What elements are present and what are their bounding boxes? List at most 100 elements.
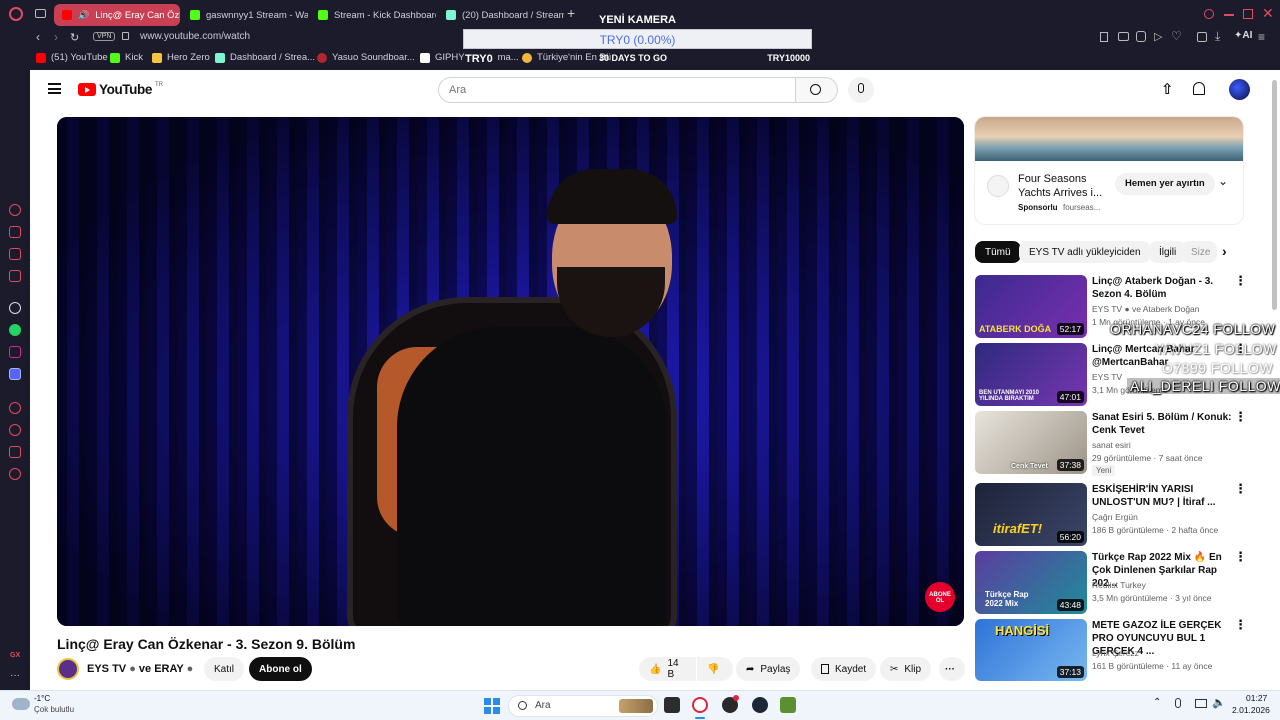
bookmark-streamlabs[interactable]: Dashboard / Strea...: [215, 52, 315, 63]
join-button[interactable]: Katıl: [204, 657, 245, 681]
channel-avatar[interactable]: [57, 658, 79, 680]
recommendation-channel[interactable]: sanat esiri: [1092, 440, 1131, 450]
minimize-button[interactable]: [1224, 14, 1234, 16]
chatgpt-icon[interactable]: [9, 302, 21, 314]
heart-icon[interactable]: ♡: [1171, 29, 1182, 43]
workspaces-icon[interactable]: [35, 9, 46, 18]
recommendation-thumbnail[interactable]: ATABERK DOĞA 52:17: [975, 275, 1087, 338]
recommendation-title[interactable]: Linç@ Ataberk Doğan - 3. Sezon 4. Bölüm: [1092, 275, 1232, 301]
search-input[interactable]: Ara: [449, 84, 466, 96]
ad-cta-button[interactable]: Hemen yer ayırtın: [1115, 173, 1215, 195]
tab-kick-dashboard[interactable]: Stream - Kick Dashboard: [310, 4, 436, 26]
player-icon[interactable]: ▷: [1154, 30, 1162, 43]
bookmark-youtube[interactable]: (51) YouTube: [36, 52, 108, 63]
back-icon[interactable]: ‹: [36, 30, 40, 44]
bookmark-hero-zero[interactable]: Hero Zero: [152, 52, 210, 63]
ad-card[interactable]: Four Seasons Yachts Arrives i... Sponsor…: [975, 117, 1243, 224]
upload-icon[interactable]: ⇧: [1161, 80, 1174, 98]
adblock-icon[interactable]: [1136, 31, 1146, 42]
recommendation-thumbnail[interactable]: BEN UTANMAYI 2010 YILINDA BIRAKTIM 47:01: [975, 343, 1087, 406]
settings-icon[interactable]: [9, 468, 21, 480]
ad-expand-chevron-icon[interactable]: ⌄: [1218, 174, 1228, 188]
twitch-icon[interactable]: [9, 270, 21, 282]
weather-temp[interactable]: -1°C: [34, 694, 50, 703]
save-button[interactable]: Kaydet: [811, 657, 877, 681]
tab-kick-watch[interactable]: gaswnnyy1 Stream - Watc: [182, 4, 308, 26]
tray-display-icon[interactable]: [1195, 699, 1207, 708]
recommendation-thumbnail[interactable]: Cenk Tevet 37:38: [975, 411, 1087, 474]
download-icon[interactable]: ⤓: [1215, 29, 1220, 44]
share-button[interactable]: ➦ Paylaş: [736, 657, 801, 681]
search-tabs-icon[interactable]: [1204, 9, 1214, 19]
weather-condition[interactable]: Çok bulutlu: [34, 705, 74, 714]
vpn-badge[interactable]: VPN: [93, 32, 116, 41]
sidebar-more-icon[interactable]: ···: [10, 670, 20, 681]
url-field[interactable]: www.youtube.com/watch: [140, 31, 250, 42]
task-view-icon[interactable]: [664, 697, 680, 713]
channel-name[interactable]: EYS TV ● ve ERAY ●: [87, 663, 193, 675]
search-button[interactable]: [796, 77, 838, 103]
bookmark-page-icon[interactable]: [1100, 32, 1108, 42]
tray-microphone-icon[interactable]: [1175, 698, 1181, 708]
reload-icon[interactable]: ↻: [70, 31, 79, 44]
start-button[interactable]: [484, 698, 500, 714]
recommendation-channel[interactable]: EYS TV ● ve Ataberk Doğan: [1092, 304, 1200, 314]
extensions-icon[interactable]: [9, 446, 21, 458]
tray-volume-icon[interactable]: 🔈: [1212, 696, 1226, 709]
ad-title[interactable]: Four Seasons Yachts Arrives i...: [1018, 172, 1108, 200]
more-options-icon[interactable]: ⋮: [1234, 410, 1247, 423]
recommendation-channel[interactable]: EYS TV: [1092, 372, 1122, 382]
more-options-icon[interactable]: ⋮: [1234, 550, 1247, 563]
close-window-button[interactable]: ✕: [1262, 5, 1274, 22]
clock-time[interactable]: 01:27: [1246, 693, 1267, 703]
search-box[interactable]: Ara: [438, 77, 796, 103]
menu-icon[interactable]: ≡: [1258, 30, 1265, 44]
minecraft-icon[interactable]: [780, 697, 796, 713]
page-scrollbar[interactable]: [1272, 80, 1277, 310]
whatsapp-icon[interactable]: [9, 324, 21, 336]
clock-date[interactable]: 2.01.2026: [1232, 705, 1270, 715]
recommendation-channel[interactable]: Çağrı Ergün: [1092, 512, 1138, 522]
taskbar-search[interactable]: Ara: [508, 695, 658, 717]
history-icon[interactable]: [9, 424, 21, 436]
more-actions-button[interactable]: ···: [939, 657, 965, 681]
maximize-button[interactable]: [1243, 9, 1253, 19]
instagram-icon[interactable]: [9, 346, 21, 358]
chip-for-you[interactable]: Size: [1181, 241, 1217, 263]
recommendation-channel[interactable]: Redlist Turkey: [1092, 580, 1146, 590]
player-icon[interactable]: [9, 402, 21, 414]
like-button[interactable]: 👍 14 B: [639, 657, 696, 681]
chips-next-chevron-icon[interactable]: ›: [1222, 243, 1227, 259]
recommendation-thumbnail[interactable]: itirafET! 56:20: [975, 483, 1087, 546]
chip-all[interactable]: Tümü: [975, 241, 1021, 263]
opera-gx-taskbar-icon[interactable]: [692, 697, 708, 713]
bookmark-yasuo[interactable]: Yasuo Soundboar...: [317, 52, 415, 63]
voice-search-button[interactable]: [848, 77, 874, 103]
aria-ai-button[interactable]: ✦AI: [1234, 30, 1252, 41]
discord-icon[interactable]: [9, 368, 21, 380]
camera-icon[interactable]: [1118, 32, 1129, 41]
recommendation-thumbnail[interactable]: HANGİSİ 37:13: [975, 619, 1087, 681]
tray-overflow-icon[interactable]: ⌃: [1153, 697, 1161, 708]
bookmark-kick[interactable]: Kick: [110, 52, 143, 63]
tab-youtube[interactable]: 🔊 Linç@ Eray Can Özken: [54, 4, 180, 26]
youtube-logo[interactable]: YouTube TR: [78, 82, 163, 97]
hamburger-menu-icon[interactable]: [48, 83, 61, 94]
forward-icon[interactable]: ›: [54, 30, 58, 44]
chip-from-uploader[interactable]: EYS TV adlı yükleyiciden: [1019, 241, 1151, 263]
video-player[interactable]: ABONE OL: [57, 117, 964, 626]
opera-gx-logo-icon[interactable]: [9, 7, 23, 21]
weather-icon[interactable]: [12, 698, 30, 710]
recommendation-channel[interactable]: Lynx Çerezz: [1092, 648, 1139, 658]
more-options-icon[interactable]: ⋮: [1234, 274, 1247, 287]
more-options-icon[interactable]: ⋮: [1234, 482, 1247, 495]
recommendation-thumbnail[interactable]: Türkçe Rap 2022 Mix 43:48: [975, 551, 1087, 614]
notifications-bell-icon[interactable]: [1193, 82, 1205, 95]
clip-button[interactable]: ✂ Klip: [880, 657, 932, 681]
dislike-button[interactable]: 👎: [697, 657, 733, 681]
gx-control-icon[interactable]: [9, 204, 21, 216]
gx-corner-icon[interactable]: [9, 226, 21, 238]
more-options-icon[interactable]: ⋮: [1234, 618, 1247, 631]
gx-cleaner-icon[interactable]: [9, 248, 21, 260]
snapshot-icon[interactable]: [1197, 32, 1207, 42]
